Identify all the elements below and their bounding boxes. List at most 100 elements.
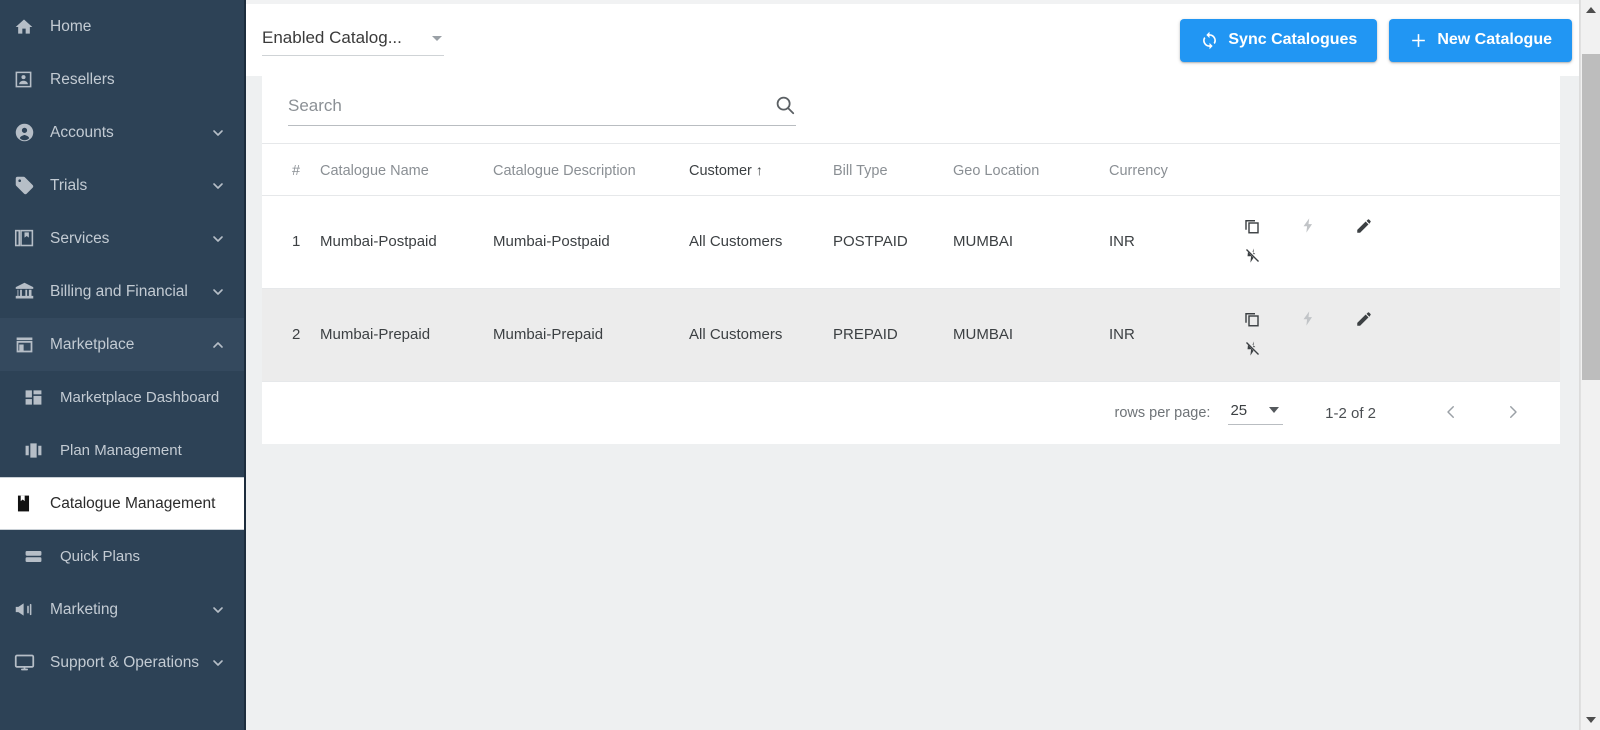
chevron-down-icon: [210, 125, 226, 141]
reseller-badge-icon: [14, 69, 40, 91]
cell-actions: [1237, 289, 1560, 382]
scroll-up-button[interactable]: [1581, 0, 1600, 20]
chevron-down-icon: [210, 655, 226, 671]
search-button[interactable]: [774, 94, 796, 119]
sidebar-item-plan-management[interactable]: Plan Management: [0, 424, 244, 477]
sidebar-item-resellers[interactable]: Resellers: [0, 53, 244, 106]
enable-flash-button[interactable]: [1297, 305, 1319, 335]
page-toolbar: Enabled Catalog... Sync Catalogues New C…: [246, 4, 1600, 76]
scroll-down-button[interactable]: [1581, 710, 1600, 730]
column-header-currency[interactable]: Currency: [1109, 144, 1237, 196]
copy-button[interactable]: [1241, 305, 1263, 335]
next-page-button[interactable]: [1496, 396, 1530, 430]
sidebar-item-label: Marketing: [50, 601, 210, 619]
cell-catalogue-description: Mumbai-Postpaid: [493, 196, 689, 289]
table-header: # Catalogue Name Catalogue Description C…: [262, 144, 1560, 196]
search-row: [262, 76, 1560, 144]
column-label: Customer: [689, 163, 752, 179]
column-header-catalogue-description[interactable]: Catalogue Description: [493, 144, 689, 196]
column-header-actions: [1237, 144, 1560, 196]
column-label: Currency: [1109, 163, 1168, 179]
new-catalogue-label: New Catalogue: [1437, 31, 1552, 49]
copy-icon: [1243, 217, 1261, 238]
toolbar-actions: Sync Catalogues New Catalogue: [1180, 19, 1572, 62]
chevron-down-icon: [1269, 407, 1279, 413]
previous-page-button[interactable]: [1434, 396, 1468, 430]
cell-index: 1: [262, 196, 320, 289]
edit-pencil-icon: [1355, 217, 1373, 238]
book-bookmark-icon: [14, 493, 40, 515]
sidebar-item-label: Trials: [50, 177, 210, 195]
sync-catalogues-button[interactable]: Sync Catalogues: [1180, 19, 1377, 62]
search-field: [288, 94, 796, 126]
new-catalogue-button[interactable]: New Catalogue: [1389, 19, 1572, 62]
sidebar-item-services[interactable]: Services: [0, 212, 244, 265]
chevron-down-icon: [210, 231, 226, 247]
sidebar: Home Resellers Accounts Trials: [0, 0, 246, 730]
search-input[interactable]: [288, 96, 774, 116]
chevron-down-icon: [210, 178, 226, 194]
cell-bill-type: PREPAID: [833, 289, 953, 382]
table-row[interactable]: 1 Mumbai-Postpaid Mumbai-Postpaid All Cu…: [262, 196, 1560, 289]
enabled-catalogues-filter-select[interactable]: Enabled Catalog...: [262, 28, 444, 56]
sidebar-item-quick-plans[interactable]: Quick Plans: [0, 530, 244, 583]
row-actions-second-line: [1241, 335, 1407, 365]
page-scrollbar[interactable]: [1580, 0, 1600, 730]
sidebar-item-catalogue-management[interactable]: Catalogue Management: [0, 477, 244, 530]
cell-customer: All Customers: [689, 196, 833, 289]
row-actions-second-line: [1241, 242, 1407, 272]
disable-flash-button[interactable]: [1241, 242, 1263, 272]
table-pagination: rows per page: 25 1-2 of 2: [262, 382, 1560, 444]
edit-button[interactable]: [1353, 305, 1375, 335]
sort-ascending-icon: ↑: [756, 162, 763, 178]
sidebar-item-accounts[interactable]: Accounts: [0, 106, 244, 159]
catalogue-table-card: # Catalogue Name Catalogue Description C…: [262, 76, 1560, 444]
cell-actions: [1237, 196, 1560, 289]
chevron-up-icon: [210, 337, 226, 353]
sidebar-item-support-and-operations[interactable]: Support & Operations: [0, 636, 244, 689]
sidebar-item-label: Support & Operations: [50, 654, 210, 672]
layers-icon: [24, 546, 50, 568]
flash-off-icon: [1244, 247, 1261, 267]
rows-per-page-label: rows per page:: [1115, 405, 1211, 421]
column-label: Geo Location: [953, 163, 1039, 179]
sidebar-item-label: Marketplace: [50, 336, 210, 354]
sidebar-item-billing-and-financial[interactable]: Billing and Financial: [0, 265, 244, 318]
cell-customer: All Customers: [689, 289, 833, 382]
copy-icon: [1243, 310, 1261, 331]
sidebar-item-marketplace[interactable]: Marketplace: [0, 318, 244, 371]
store-icon: [14, 334, 40, 356]
table-header-row: # Catalogue Name Catalogue Description C…: [262, 144, 1560, 196]
chevron-down-icon: [210, 602, 226, 618]
cell-geo-location: MUMBAI: [953, 289, 1109, 382]
sidebar-item-marketing[interactable]: Marketing: [0, 583, 244, 636]
edit-button[interactable]: [1353, 212, 1375, 242]
sidebar-item-label: Quick Plans: [60, 548, 226, 565]
cell-bill-type: POSTPAID: [833, 196, 953, 289]
cell-geo-location: MUMBAI: [953, 196, 1109, 289]
sidebar-item-marketplace-dashboard[interactable]: Marketplace Dashboard: [0, 371, 244, 424]
main-content: Enabled Catalog... Sync Catalogues New C…: [246, 0, 1600, 730]
cell-catalogue-name: Mumbai-Prepaid: [320, 289, 493, 382]
column-header-geo-location[interactable]: Geo Location: [953, 144, 1109, 196]
column-header-index[interactable]: #: [262, 144, 320, 196]
sidebar-item-home[interactable]: Home: [0, 0, 244, 53]
copy-button[interactable]: [1241, 212, 1263, 242]
rows-per-page-select[interactable]: 25: [1228, 402, 1283, 425]
chevron-left-icon: [1442, 403, 1460, 424]
column-header-bill-type[interactable]: Bill Type: [833, 144, 953, 196]
column-header-customer[interactable]: Customer↑: [689, 144, 833, 196]
catalogue-table: # Catalogue Name Catalogue Description C…: [262, 144, 1560, 382]
sidebar-item-label: Catalogue Management: [50, 495, 226, 513]
column-header-catalogue-name[interactable]: Catalogue Name: [320, 144, 493, 196]
flash-icon: [1300, 217, 1317, 237]
table-row[interactable]: 2 Mumbai-Prepaid Mumbai-Prepaid All Cust…: [262, 289, 1560, 382]
scrollbar-thumb[interactable]: [1582, 54, 1600, 380]
row-actions: [1237, 212, 1407, 272]
triangle-down-icon: [1586, 717, 1596, 723]
app-root: Home Resellers Accounts Trials: [0, 0, 1600, 730]
sidebar-item-trials[interactable]: Trials: [0, 159, 244, 212]
disable-flash-button[interactable]: [1241, 335, 1263, 365]
enable-flash-button[interactable]: [1297, 212, 1319, 242]
home-icon: [14, 16, 40, 38]
